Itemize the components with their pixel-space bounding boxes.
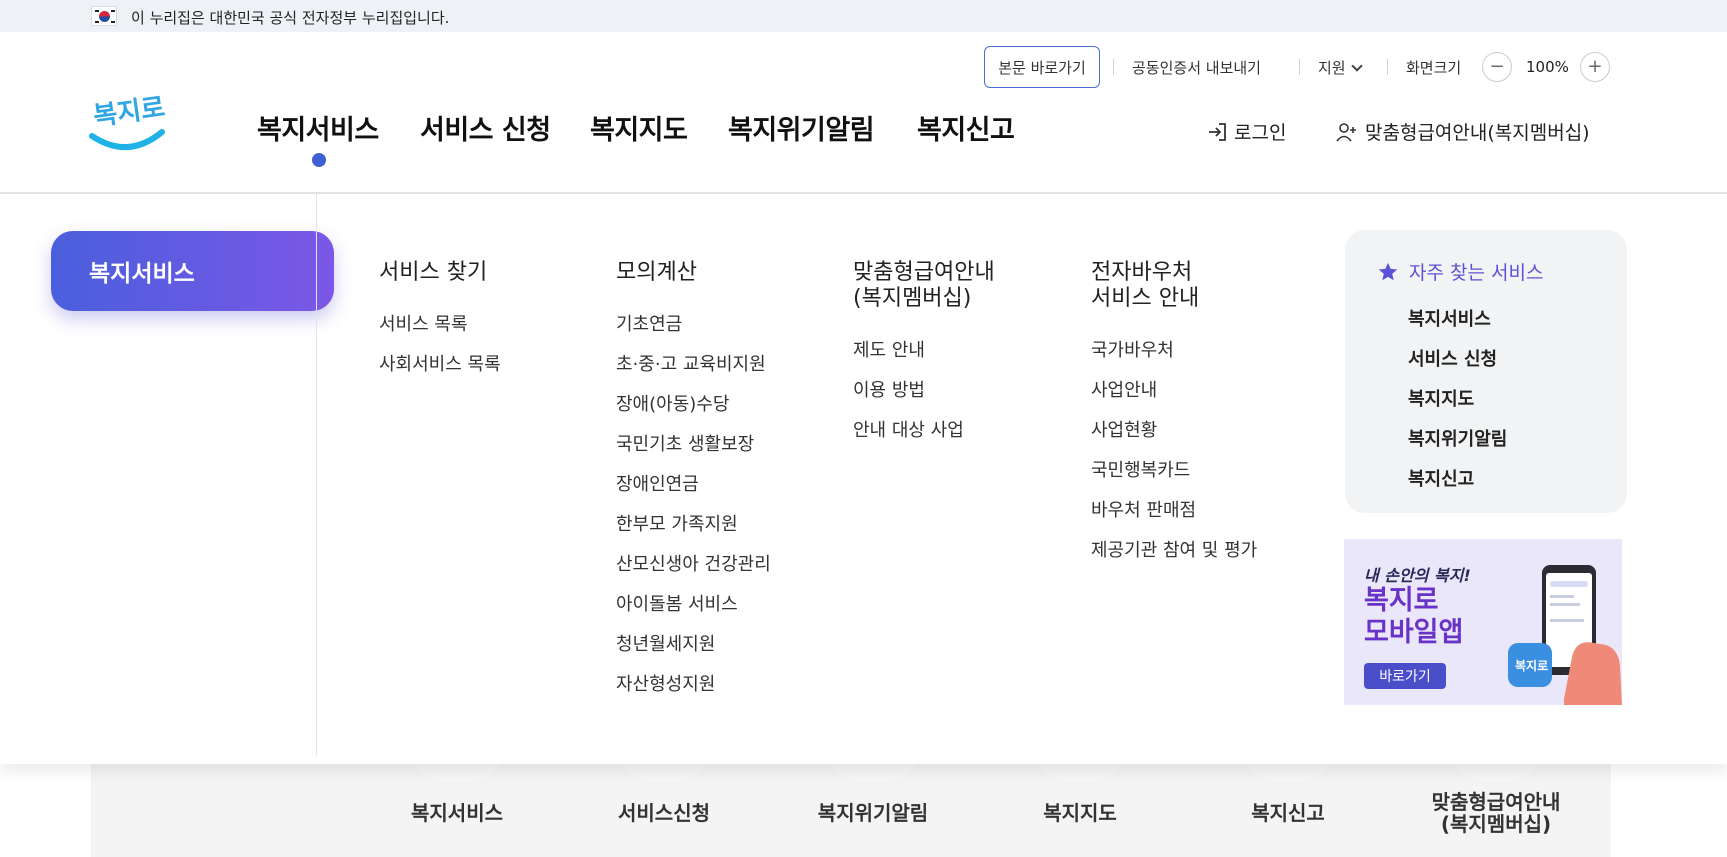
menu-item[interactable]: 사업현황	[1091, 420, 1257, 460]
favorite-services-label: 자주 찾는 서비스	[1409, 262, 1544, 284]
korea-flag-icon	[91, 6, 117, 26]
favorite-services-panel: 자주 찾는 서비스 복지서비스 서비스 신청 복지지도 복지위기알림 복지신고	[1345, 230, 1627, 513]
zoom-label: 화면크기	[1406, 59, 1462, 77]
menu-item[interactable]: 이용 방법	[853, 380, 964, 420]
login-icon	[1209, 122, 1226, 141]
quick-item-welfare-service[interactable]: 복지서비스	[377, 802, 537, 824]
skip-to-content-button[interactable]: 본문 바로가기	[984, 46, 1100, 88]
menu-item[interactable]: 자산형성지원	[616, 674, 771, 714]
gnb-item-welfare-map[interactable]: 복지지도	[590, 108, 688, 147]
menu-item[interactable]: 제공기관 참여 및 평가	[1091, 540, 1257, 580]
gnb-item-service-apply[interactable]: 서비스 신청	[420, 108, 551, 147]
favorite-item[interactable]: 복지서비스	[1408, 305, 1507, 345]
column-list-service-search: 서비스 목록 사회서비스 목록	[379, 314, 501, 394]
menu-item[interactable]: 국민행복카드	[1091, 460, 1257, 500]
quick-item-membership[interactable]: 맞춤형급여안내 (복지멤버십)	[1416, 791, 1576, 835]
column-list-voucher: 국가바우처 사업안내 사업현황 국민행복카드 바우처 판매점 제공기관 참여 및…	[1091, 340, 1257, 580]
quick-item-welfare-map[interactable]: 복지지도	[1000, 802, 1160, 824]
menu-item[interactable]: 기초연금	[616, 314, 771, 354]
menu-item[interactable]: 사업안내	[1091, 380, 1257, 420]
support-dropdown[interactable]: 지원	[1318, 57, 1363, 78]
menu-item[interactable]: 국민기초 생활보장	[616, 434, 771, 474]
util-divider	[1113, 59, 1114, 75]
login-label: 로그인	[1234, 122, 1287, 144]
bokjiro-logo-icon: 복지로	[89, 93, 167, 150]
util-divider	[1299, 59, 1300, 75]
menu-item[interactable]: 바우처 판매점	[1091, 500, 1257, 540]
svg-text:복지로: 복지로	[92, 93, 167, 133]
mega-menu-category-button[interactable]: 복지서비스	[51, 231, 334, 311]
column-list-simulation: 기초연금 초·중·고 교육비지원 장애(아동)수당 국민기초 생활보장 장애인연…	[616, 314, 771, 714]
menu-item[interactable]: 제도 안내	[853, 340, 964, 380]
favorite-item[interactable]: 복지위기알림	[1408, 425, 1507, 465]
gov-banner: 이 누리집은 대한민국 공식 전자정부 누리집입니다.	[0, 0, 1727, 32]
quick-menu: 복지서비스 서비스신청 복지위기알림 복지지도 복지신고 맞춤형급여안내 (복지…	[91, 734, 1611, 857]
menu-item[interactable]: 한부모 가족지원	[616, 514, 771, 554]
menu-item[interactable]: 장애인연금	[616, 474, 771, 514]
chevron-down-icon	[1350, 60, 1363, 72]
gov-banner-text: 이 누리집은 대한민국 공식 전자정부 누리집입니다.	[131, 9, 450, 27]
cert-export-link[interactable]: 공동인증서 내보내기	[1132, 57, 1261, 78]
menu-item[interactable]: 국가바우처	[1091, 340, 1257, 380]
menu-item[interactable]: 청년월세지원	[616, 634, 771, 674]
column-title-simulation[interactable]: 모의계산	[616, 260, 697, 286]
menu-item[interactable]: 사회서비스 목록	[379, 354, 501, 394]
column-title-membership[interactable]: 맞춤형급여안내 (복지멤버십)	[853, 260, 995, 312]
favorite-item[interactable]: 서비스 신청	[1408, 345, 1507, 385]
column-list-membership: 제도 안내 이용 방법 안내 대상 사업	[853, 340, 964, 460]
banner-title: 복지로 모바일앱	[1364, 585, 1464, 648]
zoom-value: 100%	[1526, 58, 1569, 76]
menu-item[interactable]: 산모신생아 건강관리	[616, 554, 771, 594]
menu-item[interactable]: 서비스 목록	[379, 314, 501, 354]
menu-item[interactable]: 장애(아동)수당	[616, 394, 771, 434]
add-user-icon	[1336, 122, 1356, 142]
menu-item[interactable]: 초·중·고 교육비지원	[616, 354, 771, 394]
column-title-service-search[interactable]: 서비스 찾기	[379, 260, 487, 286]
star-icon	[1378, 262, 1398, 280]
quick-item-service-apply[interactable]: 서비스신청	[584, 802, 744, 824]
favorite-item[interactable]: 복지지도	[1408, 385, 1507, 425]
favorite-item[interactable]: 복지신고	[1408, 465, 1507, 505]
column-title-voucher[interactable]: 전자바우처 서비스 안내	[1091, 260, 1199, 312]
banner-subtitle: 내 손안의 복지!	[1364, 566, 1471, 585]
zoom-in-button[interactable]: +	[1580, 52, 1610, 82]
quick-item-welfare-report[interactable]: 복지신고	[1208, 802, 1368, 824]
svg-text:복지로: 복지로	[1515, 658, 1548, 673]
phone-in-hand-icon: 복지로	[1508, 565, 1622, 705]
favorite-services-list: 복지서비스 서비스 신청 복지지도 복지위기알림 복지신고	[1408, 305, 1507, 505]
zoom-out-button[interactable]: −	[1482, 52, 1512, 82]
favorite-services-title: 자주 찾는 서비스	[1377, 258, 1543, 285]
mega-menu-divider	[316, 194, 317, 756]
membership-link[interactable]: 맞춤형급여안내(복지멤버십)	[1335, 118, 1590, 145]
membership-label: 맞춤형급여안내(복지멤버십)	[1365, 122, 1590, 144]
quick-item-crisis-alert[interactable]: 복지위기알림	[793, 802, 953, 824]
mega-menu: 복지서비스 서비스 찾기 서비스 목록 사회서비스 목록 모의계산 기초연금 초…	[0, 194, 1727, 764]
gnb-item-crisis-alert[interactable]: 복지위기알림	[728, 108, 875, 147]
util-divider	[1387, 59, 1388, 75]
bokjiro-logo[interactable]: 복지로	[88, 88, 168, 158]
support-label: 지원	[1318, 59, 1346, 77]
menu-item[interactable]: 아이돌봄 서비스	[616, 594, 771, 634]
login-link[interactable]: 로그인	[1206, 118, 1286, 145]
menu-item[interactable]: 안내 대상 사업	[853, 420, 964, 460]
gnb-item-welfare-report[interactable]: 복지신고	[917, 108, 1015, 147]
gnb-item-welfare-service[interactable]: 복지서비스	[257, 108, 379, 147]
mobile-app-banner[interactable]: 내 손안의 복지! 복지로 모바일앱 바로가기 복지로	[1344, 539, 1622, 705]
banner-go-button[interactable]: 바로가기	[1364, 663, 1446, 689]
active-indicator	[312, 153, 326, 167]
